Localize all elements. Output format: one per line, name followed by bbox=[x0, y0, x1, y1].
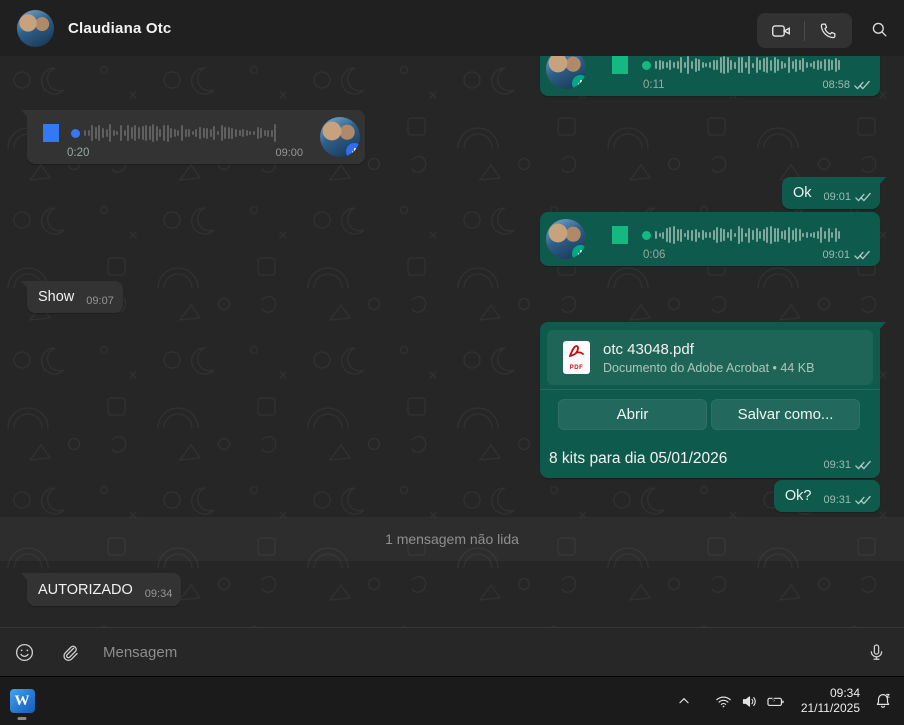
document-meta: Documento do Adobe Acrobat • 44 KB bbox=[603, 361, 814, 375]
notification-bell-icon bbox=[874, 692, 892, 710]
pdf-file-icon: PDF bbox=[563, 341, 590, 374]
playback-position-dot[interactable] bbox=[642, 61, 651, 70]
message-text: AUTORIZADO bbox=[38, 581, 133, 600]
document-message-outgoing[interactable]: PDF otc 43048.pdf Documento do Adobe Acr… bbox=[540, 322, 880, 478]
contact-name[interactable]: Claudiana Otc bbox=[68, 20, 171, 37]
emoji-button[interactable] bbox=[12, 640, 36, 664]
network-button[interactable] bbox=[711, 688, 737, 714]
clock-time: 09:34 bbox=[801, 686, 860, 701]
running-app-indicator bbox=[18, 717, 27, 720]
voice-message-incoming-1[interactable]: 0:20 09:00 bbox=[27, 110, 365, 164]
search-icon bbox=[870, 20, 889, 39]
speaker-icon bbox=[741, 693, 758, 710]
voice-duration: 0:06 bbox=[643, 249, 665, 261]
paperclip-icon bbox=[59, 642, 79, 662]
delivered-checks-icon bbox=[855, 460, 871, 471]
voice-duration: 0:11 bbox=[643, 79, 665, 91]
video-camera-icon bbox=[770, 20, 792, 42]
mic-badge-icon bbox=[572, 245, 586, 259]
phone-icon bbox=[819, 21, 838, 40]
text-message-incoming-autorizado[interactable]: AUTORIZADO 09:34 bbox=[27, 573, 181, 606]
message-input[interactable] bbox=[103, 644, 864, 661]
mic-badge-icon bbox=[572, 75, 586, 89]
message-time: 09:07 bbox=[86, 295, 114, 307]
word-icon: W bbox=[10, 689, 35, 713]
message-text: Ok? bbox=[785, 487, 812, 506]
voice-waveform[interactable] bbox=[655, 224, 867, 246]
sender-avatar bbox=[546, 219, 586, 259]
system-tray: 09:34 21/11/2025 bbox=[671, 677, 904, 725]
message-time: 09:31 bbox=[823, 459, 851, 471]
play-icon[interactable] bbox=[612, 56, 628, 74]
unread-messages-divider: 1 mensagem não lida bbox=[0, 517, 904, 561]
message-time: 09:31 bbox=[823, 494, 851, 506]
message-composer bbox=[0, 627, 904, 676]
windows-taskbar: W 09:34 bbox=[0, 676, 904, 725]
mic-badge-icon bbox=[346, 143, 360, 157]
text-message-outgoing-ok2[interactable]: Ok? 09:31 bbox=[774, 480, 880, 512]
play-icon[interactable] bbox=[43, 124, 59, 142]
document-divider bbox=[540, 389, 880, 390]
whatsapp-window: Claudiana Otc bbox=[0, 0, 904, 725]
sender-avatar bbox=[320, 117, 360, 157]
microphone-icon bbox=[867, 643, 886, 662]
playback-position-dot[interactable] bbox=[642, 231, 651, 240]
playback-position-dot[interactable] bbox=[71, 129, 80, 138]
pdf-icon-label: PDF bbox=[570, 365, 584, 371]
text-message-incoming-show[interactable]: Show 09:07 bbox=[27, 281, 123, 313]
attach-button[interactable] bbox=[57, 640, 81, 664]
message-text: Ok bbox=[793, 184, 812, 203]
message-time: 09:01 bbox=[822, 249, 850, 261]
wifi-icon bbox=[715, 693, 732, 710]
battery-button[interactable] bbox=[763, 688, 789, 714]
voice-message-outgoing-1[interactable]: 0:11 08:58 bbox=[540, 56, 880, 96]
save-as-button[interactable]: Salvar como... bbox=[711, 399, 860, 430]
voice-call-button[interactable] bbox=[805, 13, 852, 48]
voice-waveform[interactable] bbox=[84, 122, 302, 144]
delivered-checks-icon bbox=[855, 192, 871, 203]
taskbar-clock[interactable]: 09:34 21/11/2025 bbox=[801, 686, 860, 716]
message-time: 08:58 bbox=[822, 79, 850, 91]
document-card[interactable]: PDF otc 43048.pdf Documento do Adobe Acr… bbox=[547, 330, 873, 385]
word-icon-letter: W bbox=[15, 693, 30, 710]
tray-overflow-button[interactable] bbox=[671, 688, 697, 714]
video-call-button[interactable] bbox=[757, 13, 804, 48]
voice-message-outgoing-2[interactable]: 0:06 09:01 bbox=[540, 212, 880, 266]
call-button-group bbox=[757, 13, 852, 48]
message-time: 09:34 bbox=[145, 588, 173, 600]
sender-avatar bbox=[546, 56, 586, 89]
clock-date: 21/11/2025 bbox=[801, 701, 860, 716]
document-caption: 8 kits para dia 05/01/2026 bbox=[549, 450, 727, 468]
delivered-checks-icon bbox=[855, 495, 871, 506]
record-voice-button[interactable] bbox=[864, 640, 888, 664]
delivered-checks-icon bbox=[854, 250, 870, 261]
unread-divider-label: 1 mensagem não lida bbox=[385, 531, 519, 547]
taskbar-word-app[interactable]: W bbox=[2, 681, 42, 721]
voice-duration: 0:20 bbox=[67, 147, 89, 159]
message-list: 0:11 08:58 0:20 09:00 bbox=[0, 56, 904, 627]
search-button[interactable] bbox=[868, 18, 890, 40]
message-time: 09:01 bbox=[823, 191, 851, 203]
delivered-checks-icon bbox=[854, 80, 870, 91]
notifications-button[interactable] bbox=[870, 688, 896, 714]
chat-header: Claudiana Otc bbox=[0, 0, 904, 56]
volume-button[interactable] bbox=[737, 688, 763, 714]
message-text: Show bbox=[38, 288, 74, 307]
text-message-outgoing-ok[interactable]: Ok 09:01 bbox=[782, 177, 880, 209]
contact-avatar[interactable] bbox=[17, 10, 54, 47]
open-document-button[interactable]: Abrir bbox=[558, 399, 707, 430]
play-icon[interactable] bbox=[612, 226, 628, 244]
message-time: 09:00 bbox=[275, 147, 303, 159]
document-filename: otc 43048.pdf bbox=[603, 341, 814, 358]
voice-waveform[interactable] bbox=[655, 56, 867, 76]
chevron-up-icon bbox=[677, 694, 691, 708]
emoji-smiley-icon bbox=[14, 642, 35, 663]
battery-charging-icon bbox=[766, 692, 785, 711]
